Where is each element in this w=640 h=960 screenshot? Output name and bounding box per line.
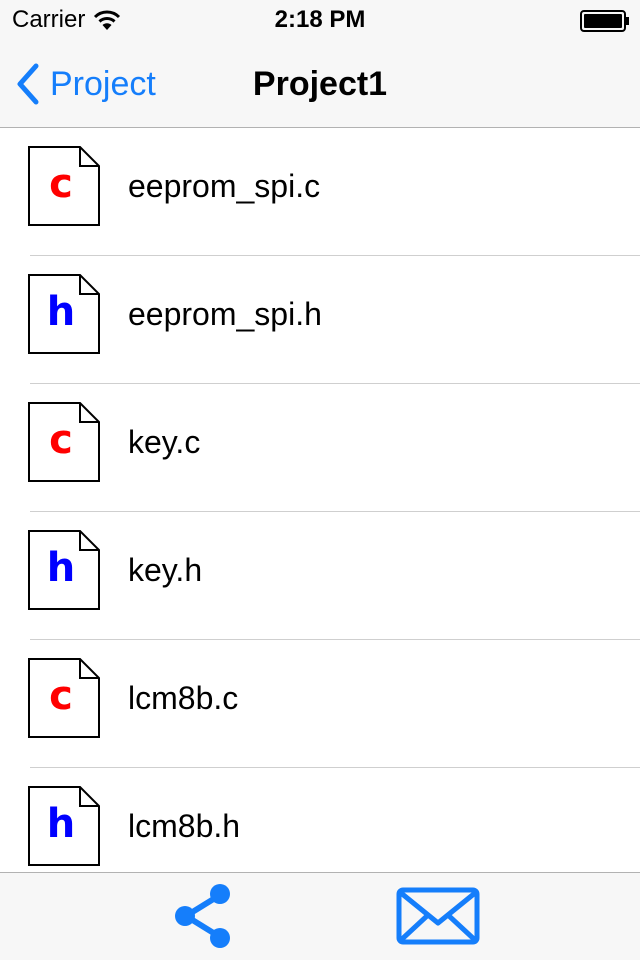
c-file-icon: c xyxy=(28,146,100,226)
navigation-bar: Project Project1 xyxy=(0,40,640,128)
page-title: Project1 xyxy=(252,65,388,103)
file-type-letter: c xyxy=(49,161,73,207)
file-name: lcm8b.h xyxy=(128,808,241,844)
file-type-letter: c xyxy=(49,673,73,719)
file-row[interactable]: c eeprom_spi.c xyxy=(0,128,640,256)
file-row[interactable]: c lcm8b.c xyxy=(0,640,640,768)
c-file-icon: c xyxy=(28,658,100,738)
h-file-icon: h xyxy=(28,530,100,610)
file-type-letter: h xyxy=(46,289,76,335)
c-file-icon: c xyxy=(28,402,100,482)
file-name: key.c xyxy=(128,424,201,460)
file-type-letter: c xyxy=(49,417,73,463)
file-type-letter: h xyxy=(46,545,76,591)
file-row[interactable]: h key.h xyxy=(0,512,640,640)
h-file-icon: h xyxy=(28,786,100,866)
file-name: eeprom_spi.c xyxy=(128,168,321,204)
status-time: 2:18 PM xyxy=(274,6,366,33)
file-name: lcm8b.c xyxy=(128,680,239,716)
share-icon xyxy=(175,884,230,948)
battery-icon xyxy=(580,10,629,32)
mail-icon xyxy=(396,887,480,945)
share-button[interactable] xyxy=(170,881,236,951)
file-row[interactable]: h eeprom_spi.h xyxy=(0,256,640,384)
bottom-toolbar xyxy=(0,872,640,960)
file-name: eeprom_spi.h xyxy=(128,296,322,332)
file-row[interactable]: h lcm8b.h xyxy=(0,768,640,872)
status-bar: Carrier 2:18 PM xyxy=(0,0,640,40)
file-type-letter: h xyxy=(46,801,76,847)
file-row[interactable]: c key.c xyxy=(0,384,640,512)
h-file-icon: h xyxy=(28,274,100,354)
file-list[interactable]: c eeprom_spi.c h eeprom_spi.h c key.c h … xyxy=(0,128,640,872)
mail-button[interactable] xyxy=(396,887,480,945)
file-name: key.h xyxy=(128,552,203,588)
